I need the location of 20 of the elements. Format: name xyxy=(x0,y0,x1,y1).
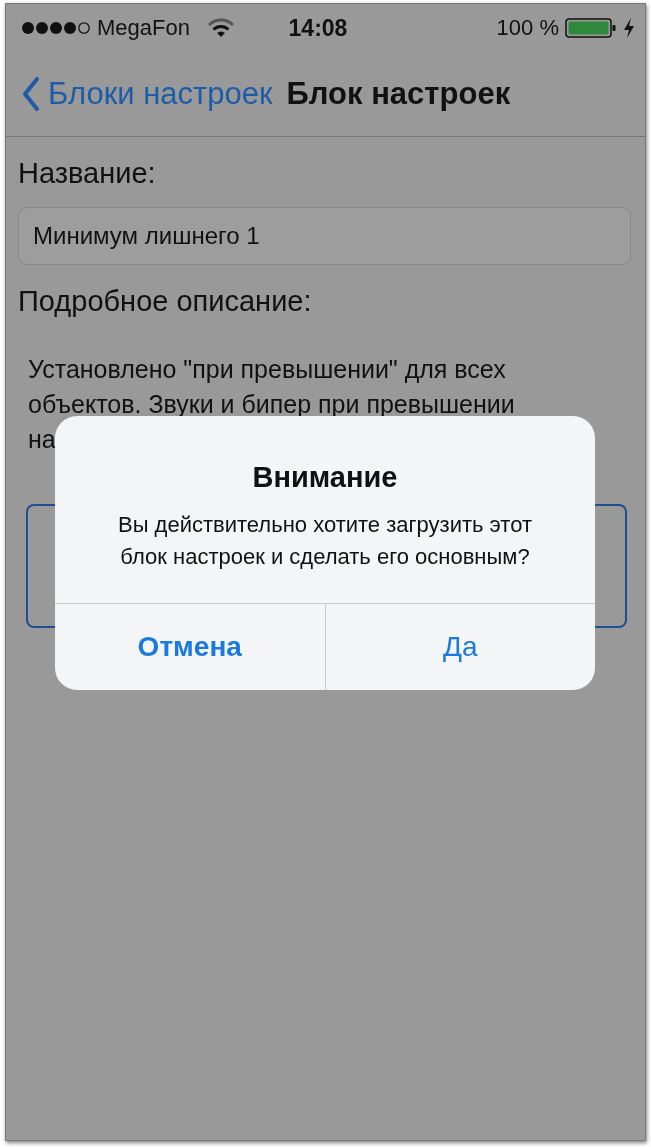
status-time: 14:08 xyxy=(288,14,348,42)
field-label: Название: xyxy=(18,156,157,191)
confirm-button[interactable]: Да xyxy=(324,604,595,690)
description-text: на xyxy=(28,424,57,455)
name-field[interactable]: Минимум лишнего 1 xyxy=(18,207,631,265)
battery-percent: 100 % xyxy=(496,15,559,41)
cancel-button[interactable]: Отмена xyxy=(55,604,325,690)
charging-icon xyxy=(623,17,635,39)
field-label: Подробное описание: xyxy=(18,284,313,319)
carrier-name: MegaFon xyxy=(97,15,190,41)
alert-message: Вы действительно хотите загрузить этот блок настроек и сделать его основным? xyxy=(117,511,533,571)
chevron-icon xyxy=(22,77,40,111)
description-text: Установлено "при превышении" для всех xyxy=(28,354,507,385)
back-button[interactable]: Блоки настроек xyxy=(22,76,273,112)
description-text: объектов. Звуки и бипер при превышении xyxy=(28,389,516,420)
alert-title: Внимание xyxy=(251,460,399,495)
wifi-icon xyxy=(207,18,234,38)
signal-icon xyxy=(21,21,91,35)
battery-icon xyxy=(565,17,619,39)
screen-title: Блок настроек xyxy=(286,76,511,112)
